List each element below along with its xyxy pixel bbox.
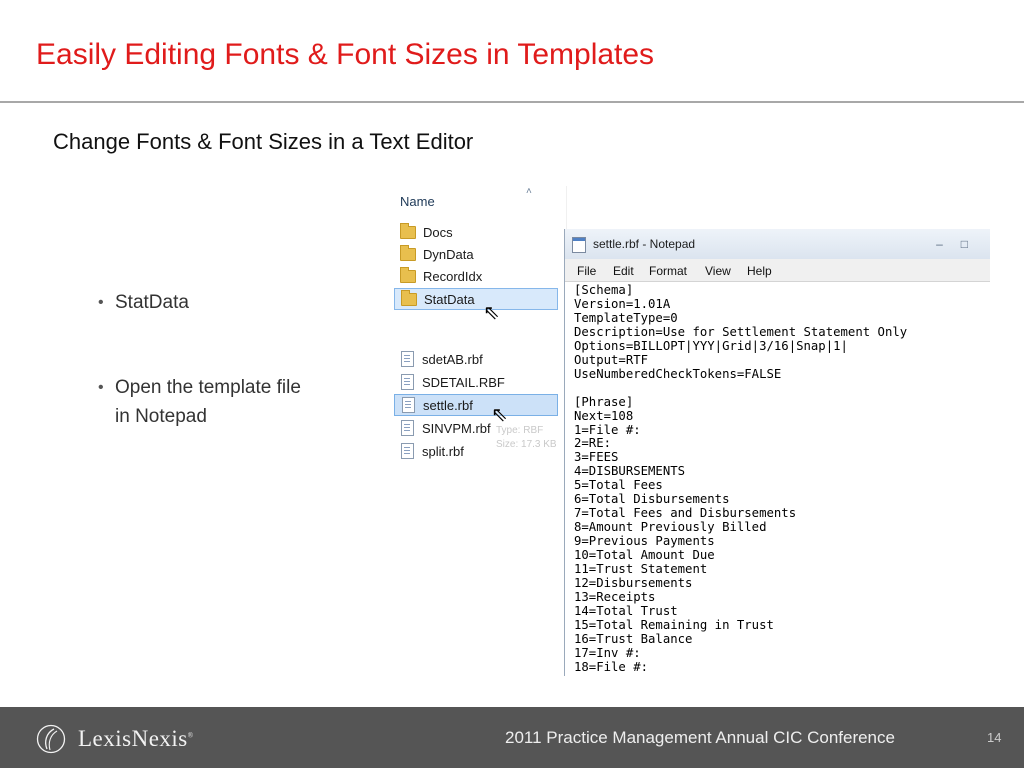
file-label: SDETAIL.RBF [422,374,505,390]
page-number: 14 [987,730,1002,745]
folder-icon [401,289,417,306]
bullet-text-line-1: Open the template file [115,377,301,398]
file-label: SINVPM.rbf [422,420,491,436]
notepad-window: settle.rbf - Notepad –□ File Edit Format… [564,229,990,676]
name-column-header[interactable]: Name [400,194,435,209]
folder-icon [400,244,416,261]
notepad-menubar: File Edit Format View Help [565,259,990,282]
bullet-text: StatData [115,292,189,313]
file-tooltip: Type: RBF Size: 17.3 KB [496,424,557,452]
window-controls[interactable]: –□ [936,237,986,251]
tooltip-size: Size: 17.3 KB [496,439,557,450]
bullet-text-line-2: in Notepad [115,406,207,427]
folder-row-recordidx[interactable]: RecordIdx [394,265,558,287]
sort-ascending-icon: ˄ [526,186,532,197]
bullet-open-template: • Open the template file in Notepad [98,373,301,431]
file-row-settle[interactable]: settle.rbf [394,394,558,416]
folder-label: RecordIdx [423,268,483,284]
folder-row-dyndata[interactable]: DynData [394,243,558,265]
slide-subtitle: Change Fonts & Font Sizes in a Text Edit… [53,129,474,154]
tooltip-type: Type: RBF [496,425,544,436]
file-icon [401,420,414,436]
notepad-icon [572,237,586,253]
file-explorer-snippet: Name ˄ Docs DynData RecordIdx StatData ⇖… [386,186,567,468]
menu-file[interactable]: File [577,264,596,278]
file-row-sdetail[interactable]: SDETAIL.RBF [394,371,558,393]
notepad-title: settle.rbf - Notepad [593,237,696,251]
lexisnexis-logo-icon [36,724,66,754]
slide-title: Easily Editing Fonts & Font Sizes in Tem… [36,38,655,71]
file-icon [401,374,414,390]
file-icon [401,443,414,459]
folder-icon [400,222,416,239]
file-icon [402,397,415,413]
folder-icon [400,266,416,283]
file-label: split.rbf [422,443,464,459]
menu-view[interactable]: View [705,264,731,278]
notepad-text-area[interactable]: [Schema] Version=1.01A TemplateType=0 De… [574,283,907,675]
mouse-cursor-icon: ⇖ [483,302,500,324]
lexisnexis-logo-text: LexisNexis® [78,726,194,751]
bullet-dot-icon: • [98,379,104,396]
conference-name: 2011 Practice Management Annual CIC Conf… [505,728,895,747]
folder-label: Docs [423,224,453,240]
title-divider [0,101,1024,103]
bullet-dot-icon: • [98,294,104,311]
folder-label: DynData [423,246,474,262]
file-icon [401,351,414,367]
file-row-sdetab[interactable]: sdetAB.rbf [394,348,558,370]
folder-row-docs[interactable]: Docs [394,221,558,243]
menu-format[interactable]: Format [649,264,687,278]
menu-help[interactable]: Help [747,264,772,278]
menu-edit[interactable]: Edit [613,264,634,278]
bullet-statdata: • StatData [98,288,189,317]
slide-footer: LexisNexis® 2011 Practice Management Ann… [0,707,1024,768]
notepad-titlebar[interactable]: settle.rbf - Notepad –□ [565,229,990,259]
file-label: sdetAB.rbf [422,351,483,367]
folder-label: StatData [424,291,475,307]
folder-row-statdata[interactable]: StatData [394,288,558,310]
file-label: settle.rbf [423,397,473,413]
